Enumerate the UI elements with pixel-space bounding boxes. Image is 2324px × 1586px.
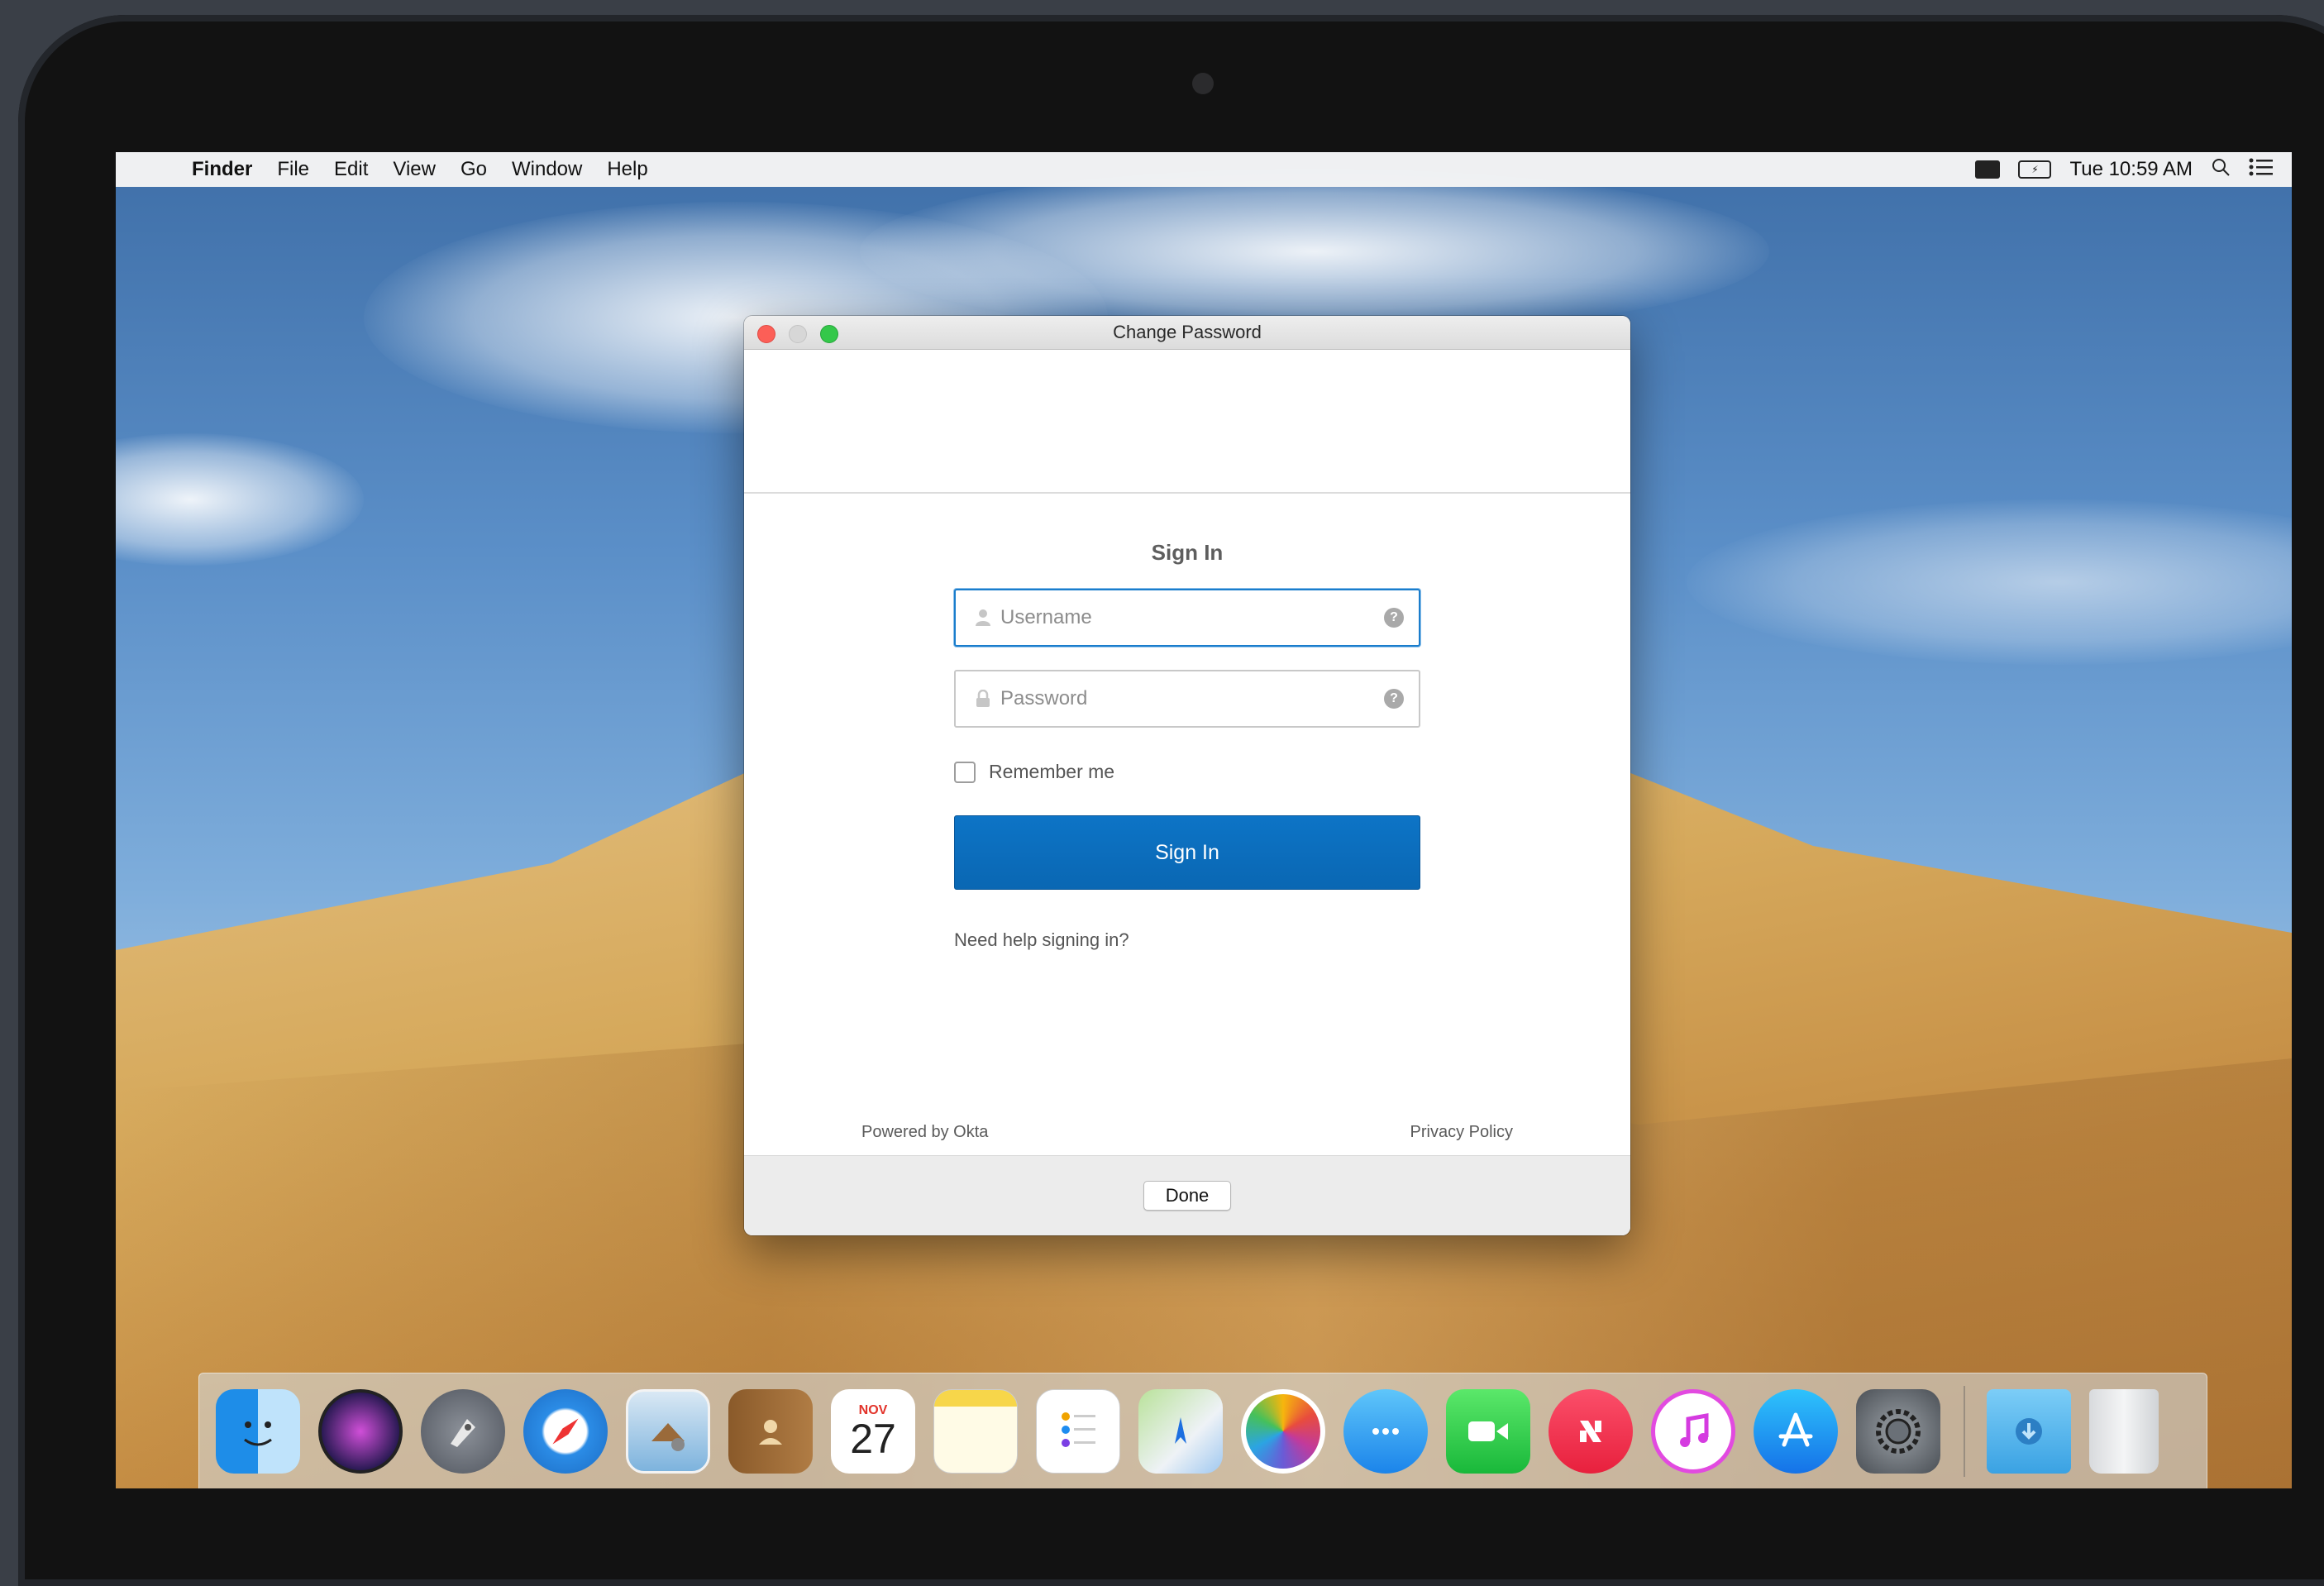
downloads-folder-icon[interactable] [1987, 1388, 2071, 1474]
cloud [1687, 499, 2292, 665]
spotlight-search-icon[interactable] [2211, 157, 2231, 183]
news-icon[interactable] [1549, 1388, 1633, 1474]
menu-window[interactable]: Window [512, 158, 582, 181]
notes-icon[interactable] [933, 1388, 1018, 1474]
username-help-icon[interactable]: ? [1384, 608, 1404, 628]
finder-icon[interactable] [216, 1388, 300, 1474]
minimize-button[interactable] [789, 325, 807, 343]
safari-icon[interactable] [523, 1388, 608, 1474]
cloud [116, 433, 364, 566]
menu-file[interactable]: File [277, 158, 309, 181]
menu-bar: Finder File Edit View Go Window Help ⚡ T… [116, 152, 2292, 187]
calendar-day: 27 [850, 1415, 896, 1462]
menu-view[interactable]: View [393, 158, 436, 181]
trash-icon[interactable] [2089, 1388, 2159, 1474]
airplay-status-icon[interactable] [1975, 160, 2001, 179]
reminders-icon[interactable] [1036, 1388, 1120, 1474]
dock-separator [1964, 1385, 1965, 1477]
zoom-button[interactable] [820, 325, 838, 343]
dock: NOV 27 [198, 1373, 2207, 1488]
menu-edit[interactable]: Edit [334, 158, 368, 181]
menu-help[interactable]: Help [607, 158, 647, 181]
user-icon [974, 609, 992, 627]
app-store-icon[interactable] [1754, 1388, 1838, 1474]
messages-icon[interactable] [1343, 1388, 1428, 1474]
siri-icon[interactable] [318, 1388, 403, 1474]
mail-icon[interactable] [626, 1388, 710, 1474]
launchpad-icon[interactable] [421, 1388, 505, 1474]
username-field[interactable]: Username ? [954, 589, 1420, 647]
cloud [860, 169, 1769, 334]
remember-me-row[interactable]: Remember me [954, 761, 1114, 783]
sign-in-heading: Sign In [1151, 540, 1224, 565]
privacy-policy-link[interactable]: Privacy Policy [1410, 1123, 1513, 1142]
window-titlebar[interactable]: Change Password [744, 316, 1630, 350]
done-button[interactable]: Done [1143, 1181, 1231, 1211]
system-preferences-icon[interactable] [1856, 1388, 1940, 1474]
laptop-frame: Finder File Edit View Go Window Help ⚡ T… [18, 15, 2324, 1586]
sign-in-button[interactable]: Sign In [954, 815, 1420, 890]
photos-icon[interactable] [1241, 1388, 1325, 1474]
password-field[interactable]: Password ? [954, 670, 1420, 728]
password-placeholder: Password [1000, 687, 1088, 709]
menu-clock[interactable]: Tue 10:59 AM [2069, 158, 2193, 181]
close-button[interactable] [757, 325, 775, 343]
menu-go[interactable]: Go [461, 158, 487, 181]
window-bottom-bar: Done [744, 1155, 1630, 1235]
logo-header-area [744, 350, 1630, 494]
facetime-icon[interactable] [1446, 1388, 1530, 1474]
need-help-link[interactable]: Need help signing in? [954, 929, 1129, 951]
desktop-screen: Finder File Edit View Go Window Help ⚡ T… [116, 152, 2292, 1488]
battery-icon[interactable]: ⚡ [2018, 160, 2052, 179]
lock-icon [974, 690, 992, 708]
change-password-window: Change Password Sign In Username ? Passw… [744, 316, 1630, 1235]
password-help-icon[interactable]: ? [1384, 689, 1404, 709]
window-title: Change Password [1113, 322, 1262, 342]
powered-by-okta: Powered by Okta [861, 1123, 989, 1141]
traffic-lights [757, 325, 852, 343]
maps-icon[interactable] [1138, 1388, 1223, 1474]
notification-center-icon[interactable] [2249, 158, 2274, 182]
menu-finder[interactable]: Finder [192, 158, 252, 181]
remember-me-checkbox[interactable] [954, 761, 976, 783]
contacts-icon[interactable] [728, 1388, 813, 1474]
camera [1192, 73, 1214, 94]
remember-me-label[interactable]: Remember me [989, 761, 1114, 783]
itunes-icon[interactable] [1651, 1388, 1735, 1474]
calendar-icon[interactable]: NOV 27 [831, 1388, 915, 1474]
username-placeholder: Username [1000, 606, 1092, 628]
